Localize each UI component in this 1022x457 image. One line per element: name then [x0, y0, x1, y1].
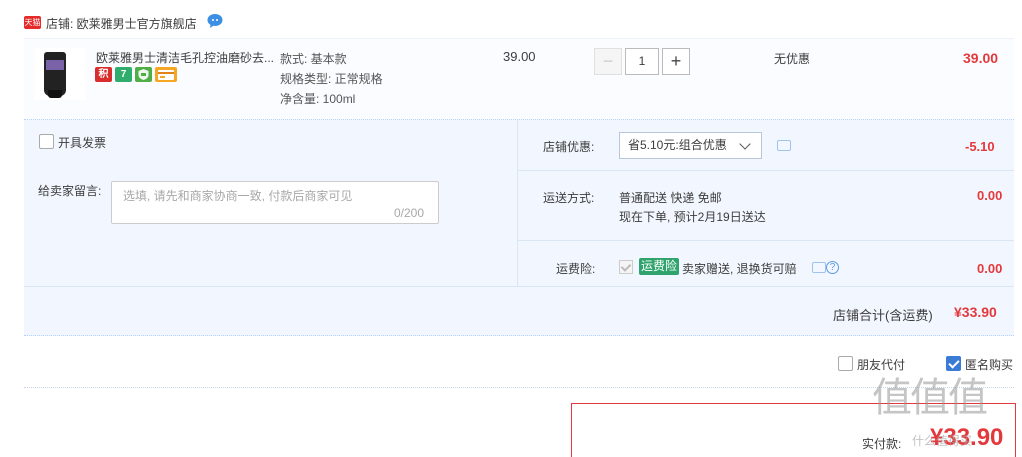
insurance-badge: 运费险	[639, 258, 680, 275]
tmall-badge: 天猫	[24, 16, 41, 29]
points-tag-icon: 积	[95, 67, 112, 82]
insurance-amount: 0.00	[977, 261, 1003, 276]
quantity-increase-button[interactable]: +	[662, 48, 690, 75]
unit-price: 39.00	[503, 49, 536, 64]
sku-volume: 净含量: 100ml	[280, 92, 356, 106]
shipping-divider	[517, 240, 1014, 241]
authentic-guarantee-icon	[135, 67, 152, 82]
invoice-checkbox[interactable]	[39, 134, 54, 149]
discount-divider	[517, 170, 1014, 171]
watermark: 值值值	[872, 375, 988, 421]
sku-style: 款式: 基本款	[280, 52, 347, 66]
wangwang-chat-icon[interactable]	[206, 13, 224, 29]
order-options-panel	[24, 120, 1014, 336]
insurance-label: 运费险:	[556, 262, 596, 276]
shipping-amount: 0.00	[977, 188, 1003, 203]
sku-spec: 规格类型: 正常规格	[280, 72, 383, 86]
item-promotion: 无优惠	[774, 52, 811, 66]
item-subtotal: 39.00	[963, 50, 999, 66]
shipping-label: 运送方式:	[543, 191, 595, 205]
credit-card-icon	[155, 67, 177, 82]
store-total-label: 店铺合计(含运费)	[833, 308, 933, 323]
insurance-text: 卖家赠送, 退换货可赔	[682, 262, 797, 276]
seller-message-placeholder: 选填, 请先和商家协商一致, 付款后商家可见	[123, 189, 353, 203]
footer-separator	[24, 387, 1014, 388]
pay-label: 实付款:	[862, 437, 902, 451]
friend-pay-checkbox[interactable]	[838, 356, 853, 371]
product-tube-cap	[48, 90, 62, 98]
invoice-label[interactable]: 开具发票	[58, 134, 106, 151]
store-discount-label: 店铺优惠:	[543, 140, 595, 154]
message-label: 给卖家留言:	[38, 184, 102, 198]
store-name[interactable]: 店铺: 欧莱雅男士官方旗舰店	[46, 15, 197, 32]
seven-day-return-icon: 7	[115, 67, 132, 82]
delivery-estimate: 现在下单, 预计2月19日送达	[619, 210, 766, 224]
quantity-input[interactable]: 1	[625, 48, 659, 75]
watermark-sub: 什么值得买	[912, 434, 973, 448]
message-char-count: 0/200	[394, 206, 425, 220]
shipping-method: 普通配送 快递 免邮	[619, 191, 722, 205]
product-tube-label	[46, 60, 64, 70]
insurance-checkbox	[619, 260, 633, 274]
store-discount-amount: -5.10	[965, 139, 995, 154]
product-title[interactable]: 欧莱雅男士清洁毛孔控油磨砂去...	[96, 49, 274, 66]
help-icon[interactable]: ?	[826, 261, 839, 274]
store-total-value: ¥33.90	[954, 304, 997, 320]
quantity-decrease-button[interactable]: −	[594, 48, 622, 75]
comment-icon[interactable]	[812, 262, 826, 273]
options-divider	[517, 120, 518, 286]
comment-icon[interactable]	[777, 140, 791, 151]
insurance-divider	[24, 286, 1014, 287]
service-tags: 积 7	[95, 67, 177, 84]
